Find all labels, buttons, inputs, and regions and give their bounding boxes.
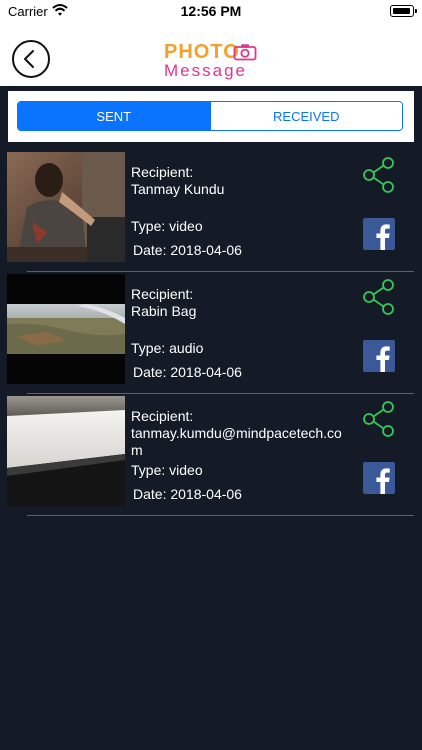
recipient-label: Recipient: — [131, 408, 194, 424]
share-icon[interactable] — [362, 279, 396, 315]
sent-date: Date: 2018-04-06 — [133, 242, 242, 258]
list-item[interactable]: Recipient: Rabin Bag Type: audio Date: 2… — [0, 274, 422, 396]
media-type: Type: video — [131, 218, 203, 234]
video-thumbnail[interactable] — [7, 152, 125, 262]
row-divider — [27, 515, 414, 516]
status-bar: Carrier 12:56 PM — [0, 0, 422, 24]
video-thumbnail[interactable] — [7, 274, 125, 384]
row-divider — [27, 271, 414, 272]
row-divider — [27, 393, 414, 394]
share-icon[interactable] — [362, 401, 396, 437]
recipient-label: Recipient: — [131, 164, 194, 180]
list-item[interactable]: Recipient: Tanmay Kundu Type: video Date… — [0, 152, 422, 274]
tab-container: SENT RECEIVED — [8, 91, 414, 142]
share-icon[interactable] — [362, 157, 396, 193]
tab-sent[interactable]: SENT — [18, 102, 210, 130]
sent-date: Date: 2018-04-06 — [133, 486, 242, 502]
nav-bar: PHOTO Message — [0, 24, 422, 86]
recipient-label: Recipient: — [131, 286, 194, 302]
media-type: Type: audio — [131, 340, 204, 356]
logo-message-text: Message — [164, 61, 247, 80]
recipient-name: tanmay.kumdu@mindpacetech.com — [131, 425, 342, 458]
list-item[interactable]: Recipient: tanmay.kumdu@mindpacetech.com… — [0, 396, 422, 518]
clock: 12:56 PM — [180, 3, 242, 19]
back-button[interactable] — [12, 40, 50, 78]
sent-date: Date: 2018-04-06 — [133, 364, 242, 380]
recipient-name: Tanmay Kundu — [131, 181, 225, 197]
recipient-name: Rabin Bag — [131, 303, 197, 319]
camera-icon — [233, 44, 257, 61]
chevron-left-icon — [24, 50, 34, 68]
message-list: Recipient: Tanmay Kundu Type: video Date… — [0, 152, 422, 518]
battery-icon — [390, 5, 417, 17]
facebook-icon[interactable] — [363, 218, 395, 250]
app-logo: PHOTO Message — [164, 41, 264, 83]
video-thumbnail[interactable] — [7, 396, 125, 506]
media-type: Type: video — [131, 462, 203, 478]
tab-received[interactable]: RECEIVED — [209, 102, 402, 130]
segmented-control: SENT RECEIVED — [17, 101, 403, 131]
facebook-icon[interactable] — [363, 340, 395, 372]
facebook-icon[interactable] — [363, 462, 395, 494]
